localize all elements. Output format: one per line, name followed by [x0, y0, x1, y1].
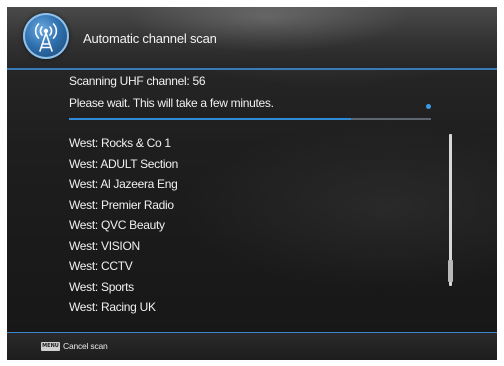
channel-list-item: West: QVC Beauty [69, 218, 165, 232]
found-channels-list: West: Rocks & Co 1 West: ADULT Section Wes… [69, 133, 439, 318]
channel-list-item: West: Sports [69, 279, 134, 294]
scan-progress-bar [69, 118, 431, 120]
scan-progress-fill [69, 118, 352, 120]
scan-status-text: Scanning UHF channel: 56 [69, 74, 206, 88]
busy-indicator-icon [426, 104, 431, 109]
menu-key-icon: MENU [41, 342, 60, 351]
antenna-broadcast-icon [23, 13, 69, 59]
channel-scan-screen: Automatic channel scan Scanning UHF chan… [7, 7, 497, 360]
channel-list-item: West: VISION [69, 238, 140, 253]
channel-list-item: West: ADULT Section [69, 156, 179, 171]
footer-bar: MENU Cancel scan [7, 333, 497, 360]
header-bar: Automatic channel scan [7, 7, 497, 70]
page-title: Automatic channel scan [83, 31, 217, 46]
channel-list-item: West: Rocks & Co 1 [69, 136, 171, 150]
channel-list-item: West: Premier Radio [69, 197, 174, 212]
scrollbar-thumb[interactable] [448, 260, 453, 282]
channel-list-item: West: Al Jazeera Eng [69, 177, 178, 191]
channel-list-item: West: CCTV [69, 259, 133, 273]
channel-list-item: West: Racing UK [69, 300, 156, 314]
cancel-scan-hint[interactable]: Cancel scan [63, 341, 108, 351]
wait-message: Please wait. This will take a few minute… [69, 96, 274, 110]
header-divider [7, 68, 497, 70]
channel-list-scrollbar[interactable] [448, 134, 453, 286]
